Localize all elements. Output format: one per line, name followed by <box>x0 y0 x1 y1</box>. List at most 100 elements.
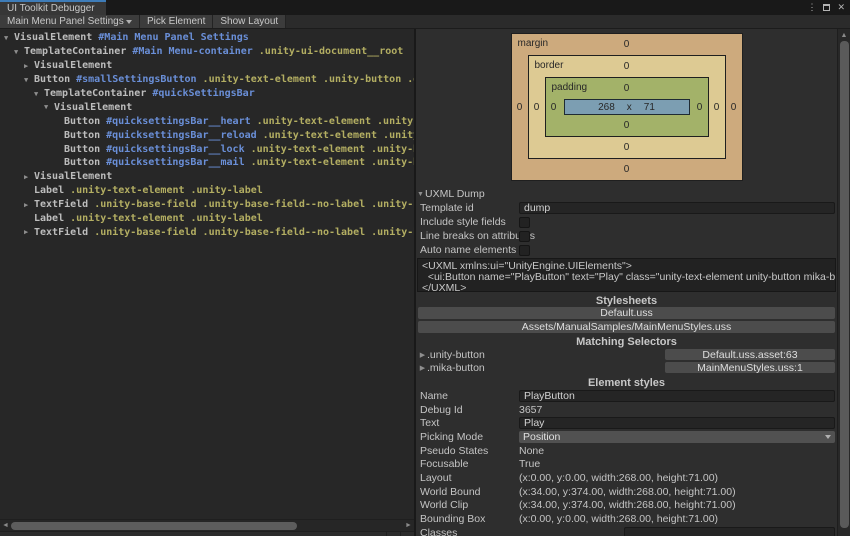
element-type: Button <box>64 129 101 141</box>
debugger-toolbar: Main Menu Panel Settings Pick Element Sh… <box>0 15 850 29</box>
foldout-open-icon[interactable]: ▼ <box>34 90 44 98</box>
element-classes: .unity-ui-document__root <box>258 46 404 58</box>
padding-right-value: 0 <box>696 101 703 113</box>
checkbox-unchecked[interactable] <box>519 230 530 242</box>
checkbox-unchecked[interactable] <box>519 244 530 256</box>
titlebar-spacer <box>106 0 807 15</box>
pick-element-button[interactable]: Pick Element <box>140 15 214 28</box>
maximize-icon[interactable] <box>823 4 831 11</box>
tree-row[interactable]: Button #quicksettingsBar__heart .unity-tex… <box>0 114 414 128</box>
uxml-dump-foldout[interactable]: ▼ UXML Dump <box>416 187 837 201</box>
style-row-classes: Classes <box>416 526 837 536</box>
element-tree: ▼ VisualElement #Main Menu Panel Settings ▼… <box>0 29 414 505</box>
tree-row[interactable]: ▼ VisualElement #Main Menu Panel Settings <box>0 31 414 45</box>
tree-row[interactable]: ▼ Button #smallSettingsButton .unity-text-e… <box>0 73 414 87</box>
uxml-dump-title: UXML Dump <box>425 188 485 200</box>
search-next-button[interactable]: > <box>400 532 414 536</box>
tree-row[interactable]: Label .unity-text-element .unity-label <box>0 212 414 226</box>
uxml-option-row: Line breaks on attributes <box>416 229 837 243</box>
foldout-open-icon[interactable]: ▼ <box>4 34 14 42</box>
style-value-text: Play <box>524 417 545 430</box>
style-value-field[interactable] <box>624 526 835 536</box>
hscroll-thumb[interactable] <box>11 521 298 530</box>
tree-row[interactable]: ▶ TextField .unity-base-field .unity-base-… <box>0 198 414 212</box>
show-layout-button[interactable]: Show Layout <box>213 15 287 28</box>
uxml-code-block[interactable]: <UXML xmlns:ui="UnityEngine.UIElements">… <box>417 258 836 292</box>
element-type: Button <box>64 115 101 127</box>
element-type: VisualElement <box>14 32 93 44</box>
search-input[interactable] <box>0 532 386 536</box>
scroll-up-icon[interactable]: ▲ <box>841 29 848 41</box>
panel-picker-dropdown[interactable]: Main Menu Panel Settings <box>0 15 140 28</box>
template-id-field[interactable]: dump <box>519 202 835 214</box>
tree-row[interactable]: ▶ VisualElement <box>0 59 414 73</box>
ui-toolkit-debugger-window: UI Toolkit Debugger ⋮ ✕ Main Menu Panel … <box>0 0 850 536</box>
selector-source-button[interactable]: MainMenuStyles.uss:1 <box>665 362 835 374</box>
tree-row[interactable]: ▼ TemplateContainer #quickSettingsBar <box>0 87 414 101</box>
foldout-open-icon[interactable]: ▼ <box>24 76 34 84</box>
element-classes: .unity-base-field .unity-base-field--no-… <box>94 226 414 238</box>
uxml-code-line: </UXML> <box>422 281 467 292</box>
style-value-field[interactable]: PlayButton <box>519 389 835 402</box>
element-classes: .unity-text-element .unity-label <box>70 185 263 197</box>
foldout-closed-icon[interactable]: ▶ <box>24 62 34 70</box>
content-width: 268 <box>598 101 615 113</box>
dropdown-value: Position <box>523 430 561 443</box>
panel-picker-label: Main Menu Panel Settings <box>7 16 124 27</box>
element-type: TemplateContainer <box>24 46 127 58</box>
checkbox-unchecked[interactable] <box>519 216 530 228</box>
window-tab[interactable]: UI Toolkit Debugger <box>0 0 106 15</box>
selector-source-button[interactable]: Default.uss.asset:63 <box>665 349 835 361</box>
tree-row[interactable]: Button #quicksettingsBar__mail .unity-text… <box>0 156 414 170</box>
tree-row[interactable]: ▶ VisualElement <box>0 170 414 184</box>
selector-name: .unity-button <box>427 348 485 361</box>
close-icon[interactable]: ✕ <box>837 3 845 12</box>
vertical-scrollbar[interactable]: ▲ ▼ <box>837 29 850 536</box>
element-id: #quicksettingsBar__mail <box>106 157 245 169</box>
element-type: TextField <box>34 199 89 211</box>
search-prev-button[interactable]: < <box>386 532 400 536</box>
tree-row[interactable]: Label .unity-text-element .unity-label <box>0 184 414 198</box>
content-separator: x <box>626 101 632 113</box>
scroll-left-icon[interactable]: ◄ <box>0 522 11 529</box>
scroll-right-icon[interactable]: ► <box>403 522 414 529</box>
stylesheet-button[interactable]: Assets/ManualSamples/MainMenuStyles.uss <box>418 321 835 333</box>
style-row-label: Layout <box>420 471 452 484</box>
style-row-label: World Clip <box>420 499 469 512</box>
uxml-checkbox-rows: Include style fields Line breaks on attri… <box>416 215 837 257</box>
element-classes: .unity-text-element .unity-button . <box>250 143 414 155</box>
foldout-open-icon[interactable]: ▼ <box>14 48 24 56</box>
stylesheet-button[interactable]: Default.uss <box>418 307 835 319</box>
tree-row[interactable]: ▼ VisualElement <box>0 100 414 114</box>
hscroll-track[interactable] <box>11 521 403 531</box>
foldout-closed-icon[interactable]: ▶ <box>418 351 427 359</box>
uxml-option-label: Auto name elements <box>420 244 517 256</box>
border-bottom-value: 0 <box>623 142 630 153</box>
element-type: Label <box>34 213 65 225</box>
style-value-field[interactable]: Play <box>519 417 835 430</box>
tree-row[interactable]: Button #quicksettingsBar__lock .unity-text… <box>0 142 414 156</box>
style-row-world-clip: World Clip (x:34.00, y:374.00, width:268.… <box>416 499 837 513</box>
box-model-content: 268 x 71 <box>563 99 690 115</box>
style-row-world-bound: World Bound (x:34.00, y:374.00, width:268… <box>416 485 837 499</box>
element-styles-list: Name PlayButton Debug Id 3657 Text Play Pickin… <box>416 389 837 536</box>
uxml-option-label: Include style fields <box>420 216 506 228</box>
foldout-open-icon[interactable]: ▼ <box>44 103 54 111</box>
menu-dots-icon[interactable]: ⋮ <box>807 3 816 12</box>
tree-row[interactable]: ▼ TemplateContainer #Main Menu-container .u… <box>0 45 414 59</box>
selector-name: .mika-button <box>427 361 485 374</box>
tree-row[interactable]: ▶ TextField .unity-base-field .unity-base-… <box>0 225 414 239</box>
tree-row[interactable]: Button #quicksettingsBar__reload .unity-te… <box>0 128 414 142</box>
border-top-value: 0 <box>623 61 630 72</box>
foldout-closed-icon[interactable]: ▶ <box>24 173 34 181</box>
picking-mode-dropdown[interactable]: Position <box>519 430 835 443</box>
content-height: 71 <box>643 101 655 113</box>
foldout-closed-icon[interactable]: ▶ <box>418 364 427 372</box>
vscroll-thumb[interactable] <box>839 41 849 528</box>
foldout-closed-icon[interactable]: ▶ <box>24 201 34 209</box>
horizontal-scrollbar[interactable]: ◄ ► <box>0 519 414 531</box>
style-row-label: Picking Mode <box>420 430 484 443</box>
foldout-closed-icon[interactable]: ▶ <box>24 228 34 236</box>
style-row-label: Bounding Box <box>420 513 486 526</box>
style-row-focusable: Focusable True <box>416 457 837 471</box>
